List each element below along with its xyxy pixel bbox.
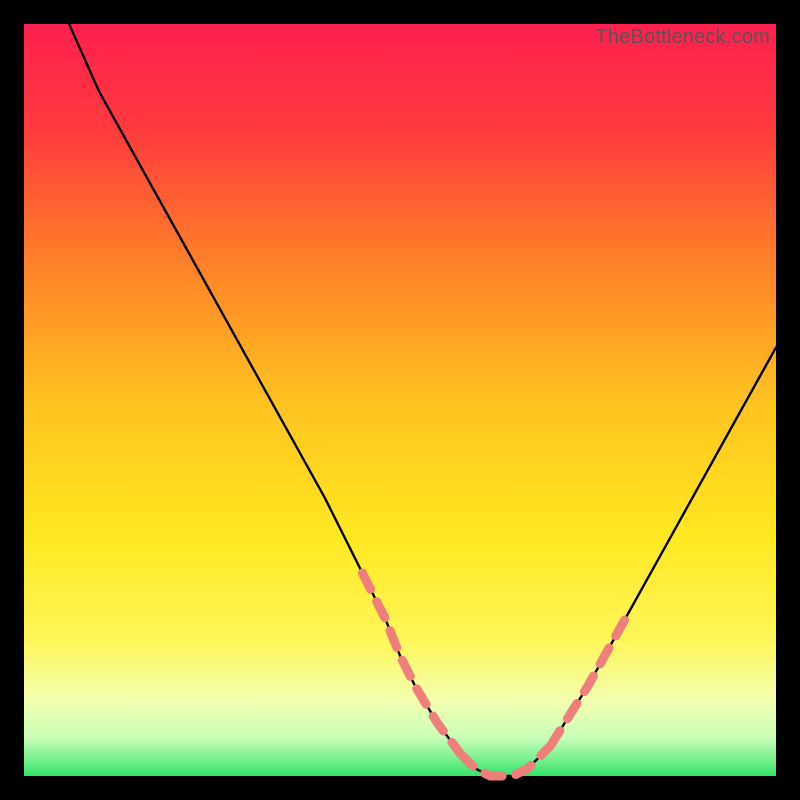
bottleneck-curve — [69, 24, 776, 776]
plot-area — [24, 24, 776, 776]
accent-segment — [362, 573, 460, 753]
accent-highlights — [362, 573, 625, 776]
watermark-text: TheBottleneck.com — [595, 26, 770, 49]
accent-segment — [550, 618, 625, 746]
chart-frame: TheBottleneck.com — [24, 24, 776, 776]
curve-layer — [24, 24, 776, 776]
